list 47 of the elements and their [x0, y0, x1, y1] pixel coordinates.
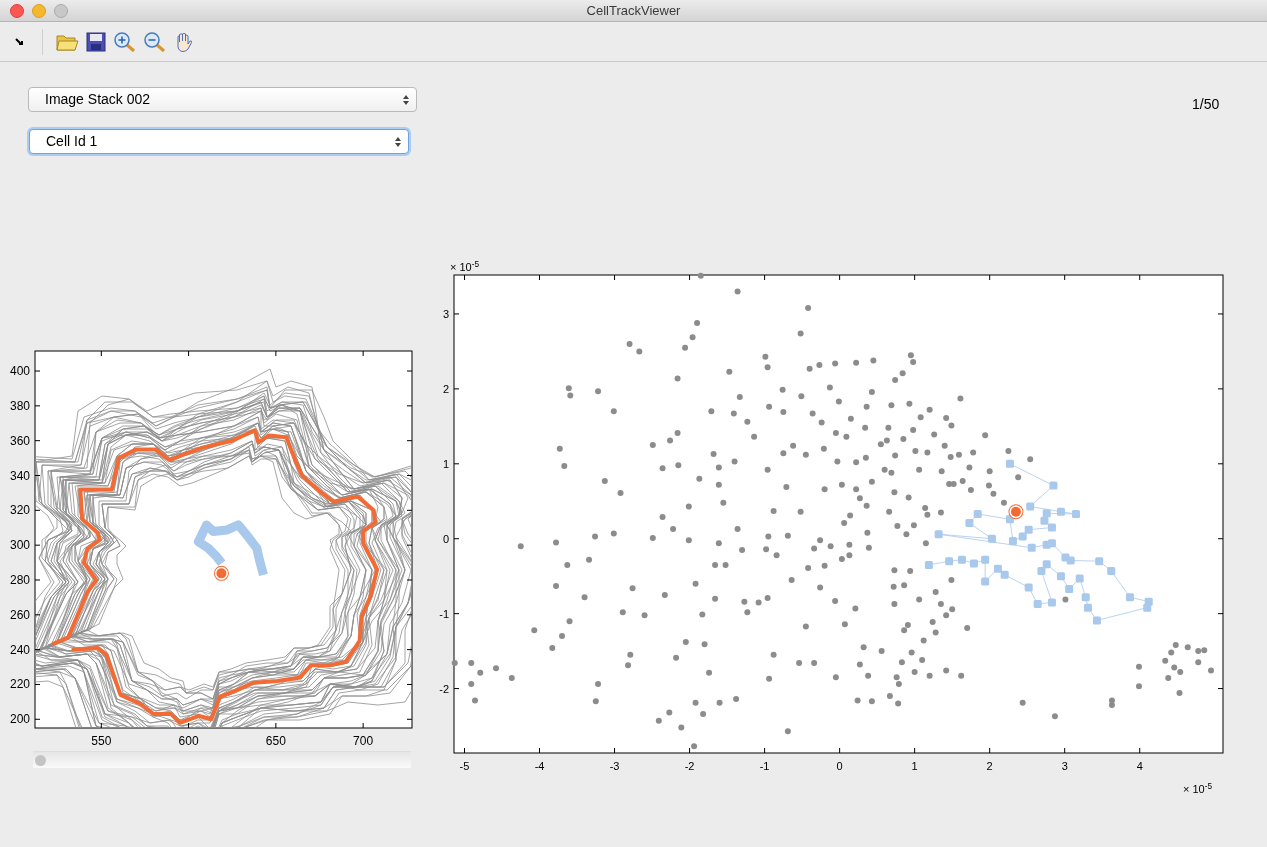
tick-label: 3: [1061, 760, 1068, 772]
tick-label: 4: [1136, 760, 1143, 772]
zoom-in-icon[interactable]: [113, 30, 137, 53]
tick-label: -3: [609, 760, 620, 772]
tick-label: -2: [684, 760, 695, 772]
axis-exponent-label: × 10$^{-5}$: [1183, 781, 1213, 796]
tick-label: 220: [9, 677, 30, 692]
stepper-arrows-icon: [394, 135, 402, 148]
tick-label: -5: [459, 760, 470, 772]
frame-slider[interactable]: [33, 751, 411, 768]
tick-label: -4: [534, 760, 545, 772]
tick-label: 400: [9, 364, 30, 379]
tick-label: 280: [9, 573, 30, 587]
tick-label: -2: [439, 682, 449, 695]
stepper-arrows-icon: [402, 93, 410, 106]
close-button[interactable]: [10, 3, 24, 18]
tick-label: 320: [9, 503, 30, 518]
tick-label: 340: [9, 468, 30, 483]
minimize-button[interactable]: [32, 3, 46, 18]
tick-label: 600: [178, 734, 199, 748]
tick-label: -1: [439, 607, 449, 620]
frame-counter: 1/50: [1192, 95, 1220, 114]
tick-label: 650: [265, 734, 286, 748]
tick-label: 700: [353, 734, 374, 748]
tick-label: 200: [9, 712, 30, 727]
zoom-out-icon[interactable]: [143, 30, 167, 53]
dropdown[interactable]: Cell Id 1: [29, 129, 409, 154]
tick-label: 260: [9, 607, 30, 622]
tick-label: -1: [759, 760, 770, 772]
tick-label: 2: [442, 382, 449, 395]
axis-exponent-label: × 10$^{-5}$: [450, 259, 480, 274]
zoom-button[interactable]: [54, 3, 68, 18]
tick-label: 1: [911, 760, 918, 772]
tick-label: 550: [91, 734, 112, 748]
tick-label: 1: [442, 457, 449, 470]
tick-label: 380: [9, 398, 30, 413]
save-icon[interactable]: [85, 30, 107, 53]
tick-label: 3: [442, 307, 449, 320]
tick-label: 2: [986, 760, 993, 772]
window-title: CellTrackViewer: [586, 2, 681, 21]
tick-label: 0: [836, 760, 843, 772]
slider-thumb[interactable]: [35, 755, 46, 766]
tick-label: 300: [9, 538, 30, 553]
dropdown[interactable]: Image Stack 002: [28, 87, 417, 112]
tick-label: 360: [9, 433, 30, 448]
tick-label: 240: [9, 642, 30, 657]
tick-label: 0: [442, 532, 449, 545]
